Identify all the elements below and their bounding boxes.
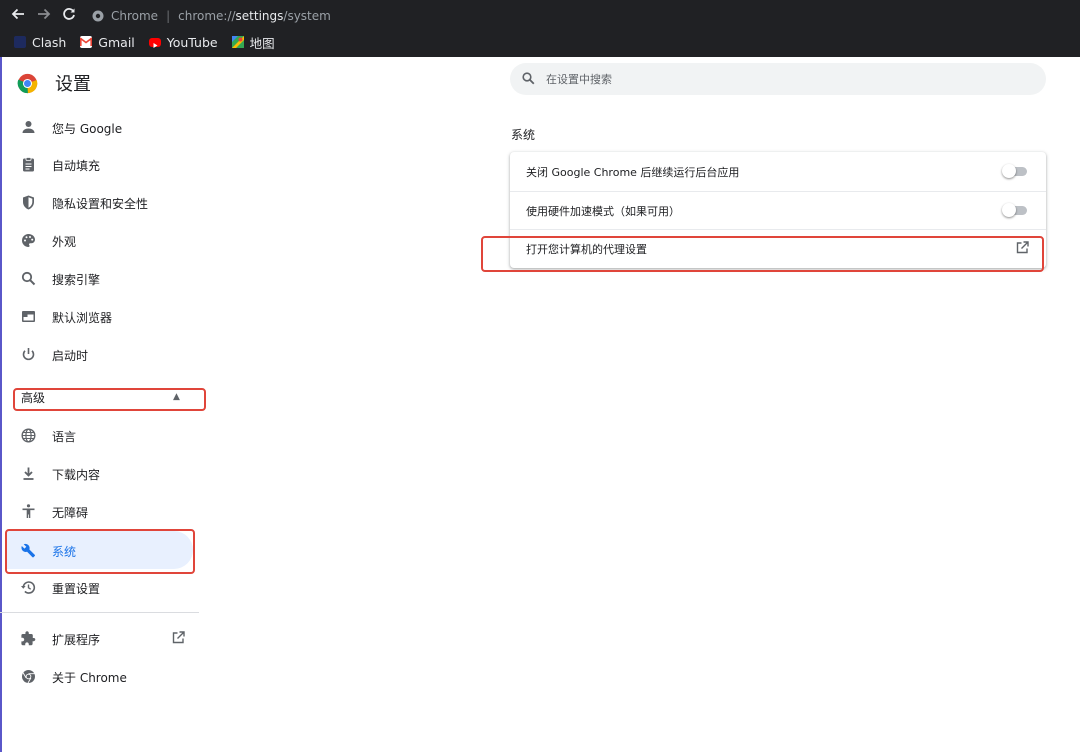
sidebar-item-autofill[interactable]: 自动填充	[0, 145, 200, 183]
bookmark-gmail[interactable]: Gmail	[79, 34, 135, 50]
clipboard-icon	[20, 156, 37, 173]
clash-icon	[14, 36, 26, 48]
bookmark-label: 地图	[249, 35, 275, 51]
maps-icon	[231, 36, 244, 48]
sidebar-item-label: 重置设置	[52, 582, 101, 596]
bookmark-label: Gmail	[98, 34, 135, 50]
bookmark-label: YouTube	[166, 34, 218, 50]
row-divider	[510, 191, 1046, 192]
palette-icon	[20, 232, 37, 249]
sidebar-item-about-chrome[interactable]: 关于 Chrome	[0, 657, 200, 695]
row-label: 使用硬件加速模式（如果可用）	[526, 205, 680, 218]
address-bar[interactable]: Chrome | chrome://settings/system	[92, 7, 331, 25]
url-separator: |	[166, 9, 171, 23]
toggle-knob	[1002, 164, 1016, 178]
sidebar-item-label: 无障碍	[52, 506, 89, 520]
sidebar-item-label: 搜索引擎	[52, 273, 101, 287]
highlight-box-advanced	[13, 388, 206, 411]
gmail-icon	[79, 36, 93, 48]
highlight-box-proxy	[481, 236, 1044, 272]
sidebar-item-label: 自动填充	[52, 159, 101, 173]
settings-header: 设置	[17, 70, 91, 96]
sidebar-item-label: 外观	[52, 235, 77, 249]
sidebar-item-appearance[interactable]: 外观	[0, 221, 200, 259]
sidebar-item-privacy[interactable]: 隐私设置和安全性	[0, 183, 200, 221]
site-name: Chrome	[111, 9, 159, 23]
forward-arrow-icon[interactable]	[34, 6, 54, 26]
sidebar-item-languages[interactable]: 语言	[0, 416, 200, 454]
toggle-knob	[1002, 203, 1016, 217]
external-link-icon[interactable]	[171, 630, 186, 645]
reload-icon[interactable]	[59, 6, 79, 26]
sidebar-item-search-engine[interactable]: 搜索引擎	[0, 259, 200, 297]
bookmark-label: Clash	[32, 34, 67, 50]
sidebar-item-label: 扩展程序	[52, 633, 101, 647]
sidebar-item-label: 关于 Chrome	[52, 671, 127, 685]
bookmark-clash[interactable]: Clash	[14, 35, 66, 50]
restore-icon	[20, 579, 37, 596]
highlight-box-system	[5, 529, 195, 574]
url-host: settings	[235, 9, 284, 23]
bookmark-maps[interactable]: 地图	[231, 33, 275, 52]
page-title: 设置	[55, 74, 91, 95]
search-icon	[521, 71, 536, 86]
youtube-icon	[148, 37, 161, 48]
chrome-outline-icon	[20, 668, 37, 685]
url-path: /system	[283, 9, 331, 23]
row-divider	[510, 229, 1046, 230]
sidebar-item-default-browser[interactable]: 默认浏览器	[0, 297, 200, 335]
sidebar-item-label: 语言	[52, 430, 77, 444]
sidebar-item-label: 下载内容	[52, 468, 101, 482]
search-input[interactable]	[546, 70, 1026, 88]
sidebar-item-label: 您与 Google	[52, 122, 123, 136]
sidebar-item-extensions[interactable]: 扩展程序	[0, 619, 200, 657]
bookmark-youtube[interactable]: YouTube	[148, 34, 218, 50]
browser-toolbar: Chrome | chrome://settings/system Clash …	[0, 0, 1080, 57]
row-label: 关闭 Google Chrome 后继续运行后台应用	[526, 166, 740, 179]
person-icon	[20, 119, 37, 136]
hardware-acceleration-row[interactable]: 使用硬件加速模式（如果可用）	[510, 191, 1046, 229]
browser-window-icon	[20, 308, 37, 325]
sidebar-divider	[0, 612, 199, 613]
power-icon	[20, 346, 37, 363]
back-arrow-icon[interactable]	[8, 6, 28, 26]
bookmarks-bar: Clash Gmail YouTube 地图	[14, 33, 289, 51]
sidebar-item-on-startup[interactable]: 启动时	[0, 335, 200, 373]
globe-icon	[20, 427, 37, 444]
puzzle-icon	[20, 630, 37, 647]
hardware-acceleration-toggle[interactable]	[1002, 203, 1028, 217]
sidebar-item-downloads[interactable]: 下载内容	[0, 454, 200, 492]
section-title: 系统	[511, 128, 536, 142]
search-icon	[20, 270, 37, 287]
site-info-icon[interactable]	[92, 10, 104, 22]
sidebar-item-label: 隐私设置和安全性	[52, 197, 149, 211]
background-apps-row[interactable]: 关闭 Google Chrome 后继续运行后台应用	[510, 152, 1046, 190]
sidebar-item-accessibility[interactable]: 无障碍	[0, 492, 200, 530]
background-apps-toggle[interactable]	[1002, 164, 1028, 178]
url-scheme: chrome://	[178, 9, 236, 23]
settings-search[interactable]	[510, 63, 1046, 95]
download-icon	[20, 465, 37, 482]
sidebar-item-label: 启动时	[52, 349, 89, 363]
chrome-logo-icon	[17, 73, 38, 94]
sidebar-item-you-and-google[interactable]: 您与 Google	[0, 108, 200, 146]
sidebar-item-label: 默认浏览器	[52, 311, 113, 325]
accessibility-icon	[20, 503, 37, 520]
shield-icon	[20, 194, 37, 211]
